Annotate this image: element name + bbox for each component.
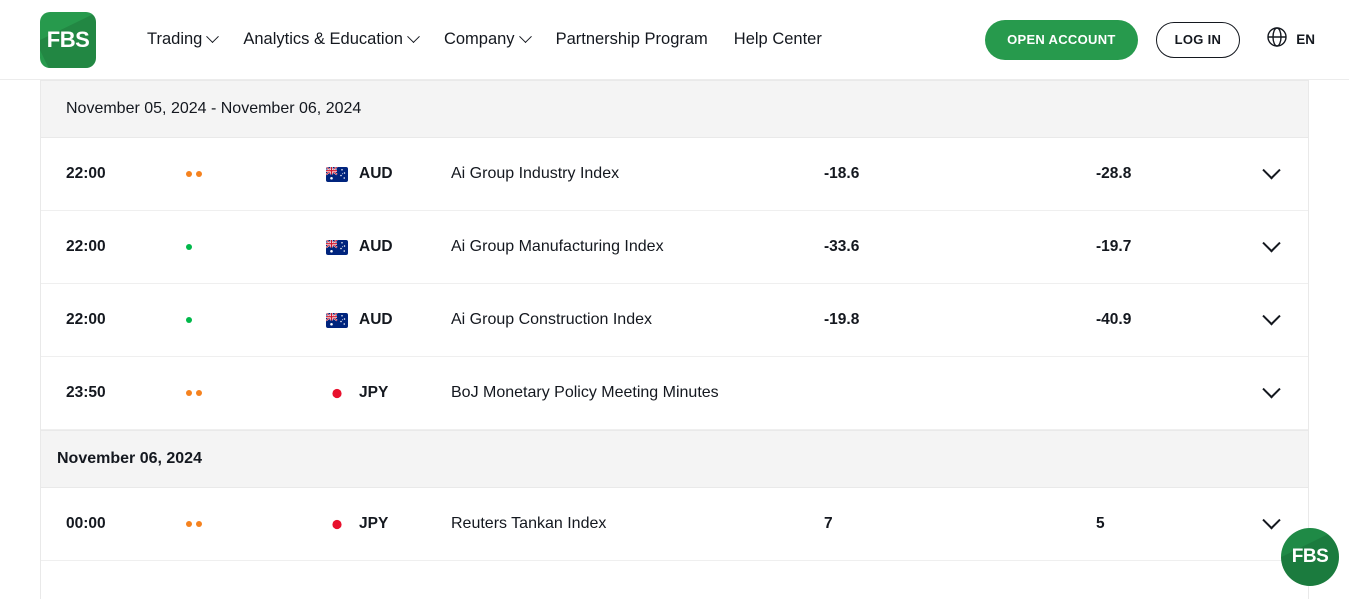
chevron-down-icon [206, 30, 219, 43]
fbs-chat-button[interactable]: FBS [1281, 528, 1339, 586]
calendar-date-label: November 06, 2024 [57, 450, 202, 468]
language-code: EN [1296, 32, 1315, 47]
calendar-event-row[interactable]: 22:00 AUD Ai Group Industry Index-18.6-28.… [41, 138, 1308, 211]
chevron-down-icon[interactable] [1262, 511, 1280, 529]
impact-dot-icon [186, 521, 192, 527]
event-previous-value: 5 [1096, 515, 1241, 533]
nav-item-label: Company [444, 30, 515, 49]
event-actual-value: -19.8 [824, 311, 1096, 329]
event-expand-button[interactable] [1241, 168, 1301, 181]
event-currency: AUD [326, 238, 451, 256]
event-name[interactable]: Ai Group Construction Index [451, 311, 824, 329]
nav-item-help-center[interactable]: Help Center [721, 22, 835, 57]
event-time: 00:00 [41, 515, 186, 533]
chevron-down-icon [407, 30, 420, 43]
event-impact-indicator [186, 317, 326, 323]
impact-dot-icon [186, 390, 192, 396]
currency-code: JPY [359, 515, 388, 533]
event-impact-indicator [186, 244, 326, 250]
fbs-logo-text: FBS [47, 27, 90, 53]
calendar-event-row[interactable]: 22:00 AUD Ai Group Construction Index-19.8… [41, 284, 1308, 357]
nav-item-label: Help Center [734, 30, 822, 49]
event-impact-indicator [186, 390, 326, 396]
event-name[interactable]: Ai Group Industry Index [451, 165, 824, 183]
event-actual-value: 7 [824, 515, 1096, 533]
impact-dot-icon [186, 244, 192, 250]
event-currency: AUD [326, 165, 451, 183]
globe-icon [1266, 26, 1288, 53]
event-expand-button[interactable] [1241, 518, 1301, 531]
japan-flag-icon [326, 517, 348, 532]
calendar-event-row[interactable]: 22:00 AUD Ai Group Manufacturing Index-33.… [41, 211, 1308, 284]
nav-item-label: Partnership Program [556, 30, 708, 49]
chevron-down-icon[interactable] [1262, 234, 1280, 252]
impact-dot-icon [196, 390, 202, 396]
event-previous-value: -40.9 [1096, 311, 1241, 329]
calendar-date-header: November 06, 2024 [41, 430, 1308, 488]
calendar-event-row[interactable]: 23:50 JPY BoJ Monetary Policy Meeting Minu… [41, 357, 1308, 430]
fbs-logo[interactable]: FBS [40, 12, 96, 68]
chevron-down-icon[interactable] [1262, 307, 1280, 325]
impact-dot-icon [196, 521, 202, 527]
australia-flag-icon [326, 313, 348, 328]
main-navigation: Trading Analytics & Education Company Partn… [134, 22, 835, 57]
event-time: 22:00 [41, 165, 186, 183]
event-actual-value: -33.6 [824, 238, 1096, 256]
currency-code: AUD [359, 238, 393, 256]
impact-dot-icon [186, 171, 192, 177]
nav-item-label: Trading [147, 30, 202, 49]
event-name[interactable]: Ai Group Manufacturing Index [451, 238, 824, 256]
currency-code: AUD [359, 165, 393, 183]
event-name[interactable]: BoJ Monetary Policy Meeting Minutes [451, 384, 824, 402]
fbs-chat-label: FBS [1292, 546, 1329, 568]
event-currency: JPY [326, 384, 451, 402]
open-account-button[interactable]: OPEN ACCOUNT [985, 20, 1138, 60]
event-expand-button[interactable] [1241, 387, 1301, 400]
chevron-down-icon[interactable] [1262, 380, 1280, 398]
event-name[interactable]: Reuters Tankan Index [451, 515, 824, 533]
language-switcher[interactable]: EN [1266, 26, 1315, 53]
header-actions: OPEN ACCOUNT LOG IN EN [985, 20, 1315, 60]
login-button[interactable]: LOG IN [1156, 22, 1241, 58]
chevron-down-icon [519, 30, 532, 43]
calendar-event-row[interactable]: 00:00 JPY Reuters Tankan Index75 [41, 488, 1308, 561]
calendar-date-header: November 05, 2024 - November 06, 2024 [41, 80, 1308, 138]
event-time: 22:00 [41, 238, 186, 256]
event-currency: AUD [326, 311, 451, 329]
impact-dot-icon [186, 317, 192, 323]
calendar-date-label: November 05, 2024 - November 06, 2024 [66, 100, 361, 118]
australia-flag-icon [326, 167, 348, 182]
event-actual-value: -18.6 [824, 165, 1096, 183]
nav-item-trading[interactable]: Trading [134, 22, 230, 57]
event-previous-value: -19.7 [1096, 238, 1241, 256]
nav-item-label: Analytics & Education [243, 30, 403, 49]
event-expand-button[interactable] [1241, 314, 1301, 327]
chevron-down-icon[interactable] [1262, 161, 1280, 179]
event-expand-button[interactable] [1241, 241, 1301, 254]
event-time: 22:00 [41, 311, 186, 329]
currency-code: AUD [359, 311, 393, 329]
impact-dot-icon [196, 171, 202, 177]
event-currency: JPY [326, 515, 451, 533]
nav-item-analytics-education[interactable]: Analytics & Education [230, 22, 431, 57]
japan-flag-icon [326, 386, 348, 401]
nav-item-partnership-program[interactable]: Partnership Program [543, 22, 721, 57]
event-impact-indicator [186, 521, 326, 527]
currency-code: JPY [359, 384, 388, 402]
australia-flag-icon [326, 240, 348, 255]
page-body: November 05, 2024 - November 06, 2024 22:… [0, 80, 1349, 599]
nav-item-company[interactable]: Company [431, 22, 543, 57]
economic-calendar-table: November 05, 2024 - November 06, 2024 22:… [40, 80, 1309, 599]
event-impact-indicator [186, 171, 326, 177]
event-time: 23:50 [41, 384, 186, 402]
event-previous-value: -28.8 [1096, 165, 1241, 183]
site-header: FBS Trading Analytics & Education Company P… [0, 0, 1349, 80]
